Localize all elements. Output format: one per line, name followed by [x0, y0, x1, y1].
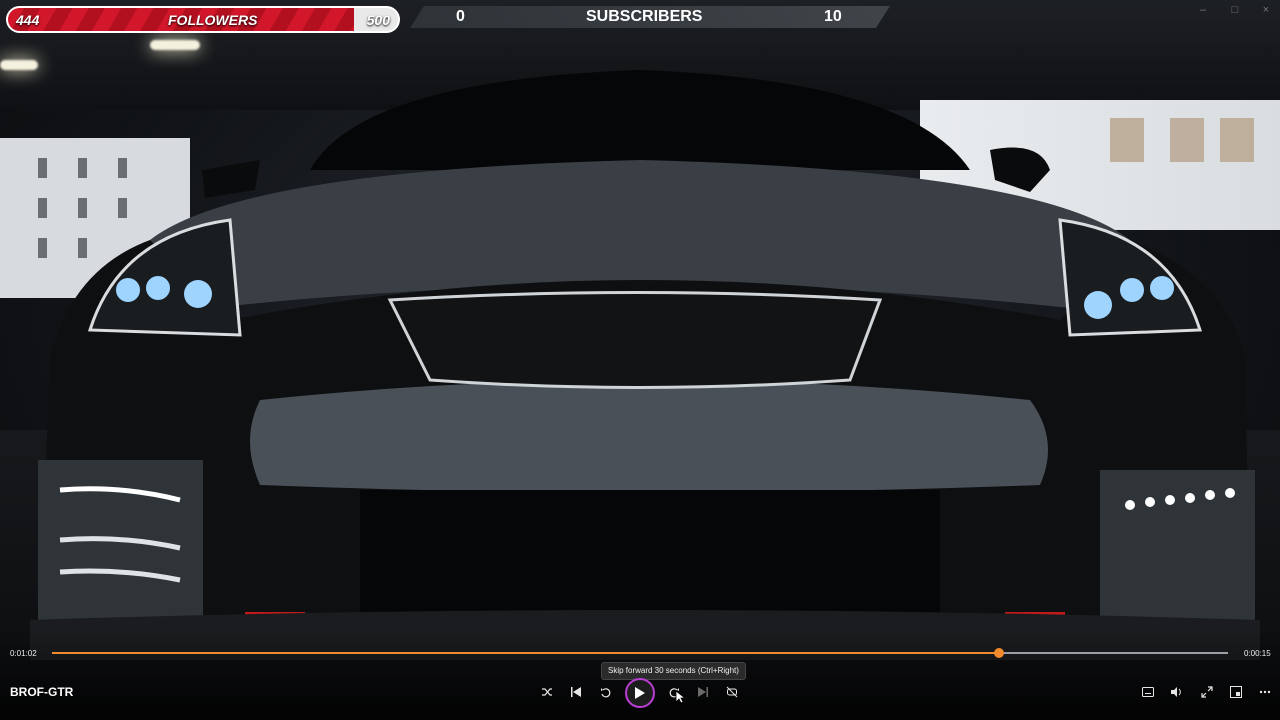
- close-icon[interactable]: ×: [1260, 4, 1272, 16]
- car-image: [30, 60, 1260, 660]
- next-icon[interactable]: [693, 683, 713, 701]
- subscribers-current: 0: [456, 8, 465, 25]
- minimize-icon[interactable]: –: [1197, 4, 1209, 16]
- tooltip: Skip forward 30 seconds (Ctrl+Right): [601, 662, 746, 680]
- subscribers-goal-bar: 0 SUBSCRIBERS 10: [410, 6, 890, 28]
- miniplayer-icon[interactable]: [1226, 683, 1246, 701]
- followers-label: FOLLOWERS: [168, 12, 258, 28]
- play-icon: [635, 687, 645, 699]
- volume-icon[interactable]: [1166, 683, 1186, 701]
- subscribers-label: SUBSCRIBERS: [586, 8, 703, 25]
- maximize-icon[interactable]: □: [1229, 4, 1241, 16]
- skip-back-10-icon[interactable]: [596, 683, 616, 701]
- fullscreen-icon[interactable]: [1197, 683, 1217, 701]
- play-button[interactable]: [625, 678, 655, 708]
- seek-bar[interactable]: [52, 648, 1228, 658]
- ceiling-light: [150, 40, 200, 50]
- seek-played: [52, 652, 999, 654]
- more-icon[interactable]: [1255, 683, 1275, 701]
- remaining-time: 0:00:15: [1244, 649, 1271, 658]
- followers-current: 444: [16, 12, 40, 28]
- shuffle-icon[interactable]: [537, 683, 557, 701]
- mouse-cursor-icon: [675, 690, 685, 704]
- followers-goal: 500: [366, 12, 390, 28]
- captions-icon[interactable]: [1138, 683, 1158, 701]
- video-frame[interactable]: 444 FOLLOWERS 500 0 SUBSCRIBERS 10 – □ ×…: [0, 0, 1280, 720]
- media-title: BROF-GTR: [10, 685, 74, 699]
- seek-thumb[interactable]: [993, 648, 1004, 658]
- previous-icon[interactable]: [566, 683, 586, 701]
- repeat-off-icon[interactable]: [722, 683, 742, 701]
- subscribers-goal: 10: [824, 8, 842, 25]
- current-time: 0:01:02: [10, 649, 37, 658]
- followers-goal-bar: 444 FOLLOWERS 500: [6, 6, 400, 33]
